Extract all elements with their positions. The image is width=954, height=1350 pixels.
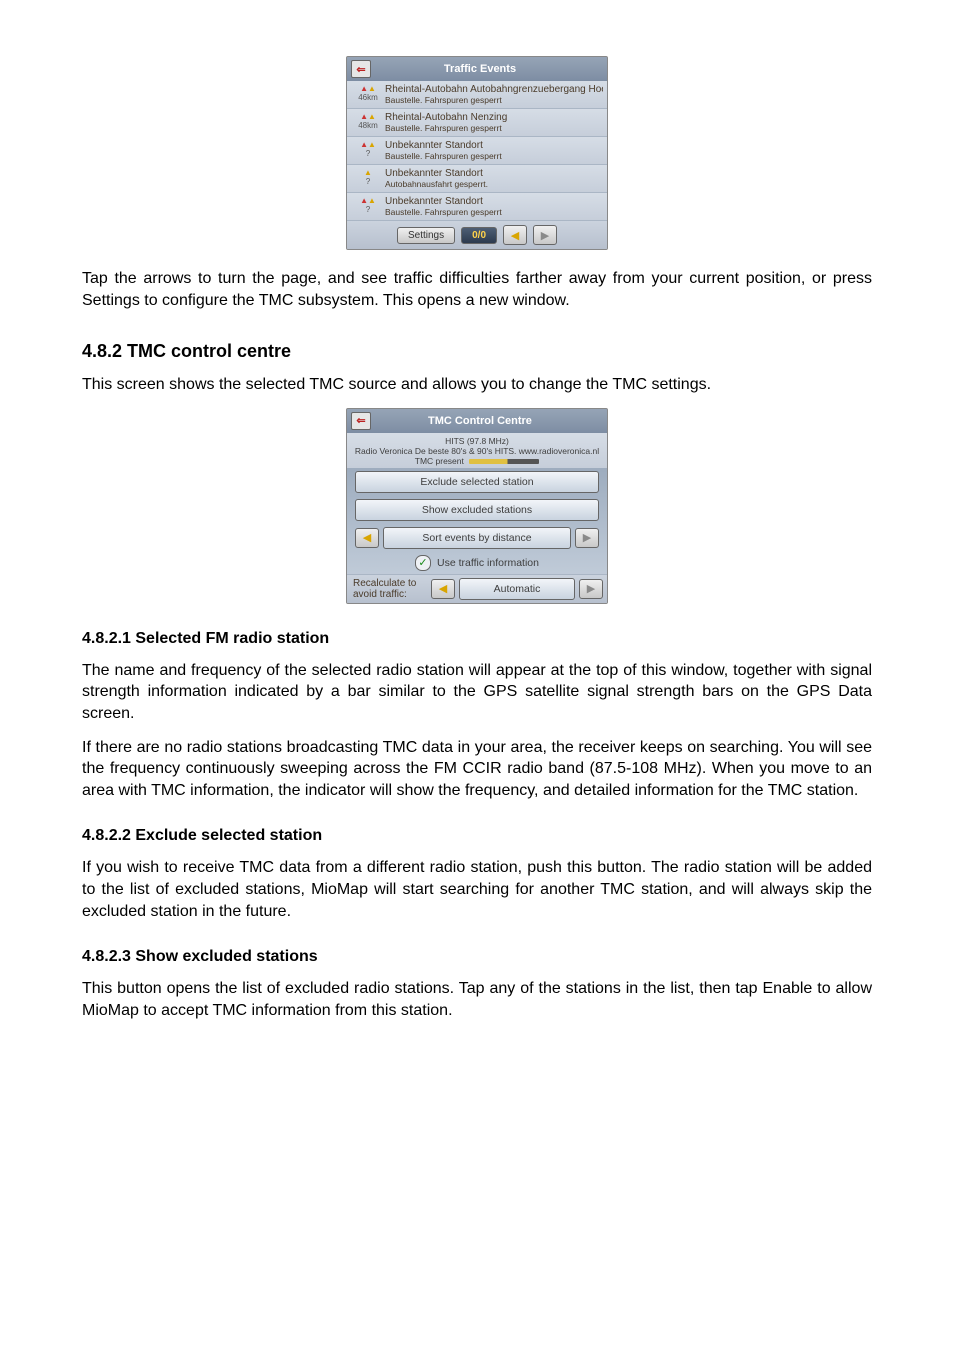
button-row: Exclude selected station: [347, 468, 607, 496]
event-distance: 48km: [358, 121, 378, 130]
recalc-value-button[interactable]: Automatic: [459, 578, 575, 600]
traffic-events-title: Traffic Events: [377, 63, 583, 75]
screenshot-tmc-control-wrap: ⇐ TMC Control Centre HITS (97.8 MHz) Rad…: [82, 408, 872, 604]
event-distance: ?: [366, 177, 370, 186]
triangle-warning-icon: ▲: [360, 85, 368, 93]
event-text: Rheintal-Autobahn Nenzing Baustelle. Fah…: [385, 112, 603, 133]
event-title: Rheintal-Autobahn Autobahngrenzuebergang…: [385, 84, 603, 95]
recalc-label: Recalculate to avoid traffic:: [351, 578, 431, 600]
event-text: Unbekannter Standort Baustelle. Fahrspur…: [385, 196, 603, 217]
button-row: Show excluded stations: [347, 496, 607, 524]
document-page: ⇐ Traffic Events ▲▲ 46km Rheintal-Autoba…: [0, 0, 954, 1093]
traffic-event-row[interactable]: ▲▲ 46km Rheintal-Autobahn Autobahngrenzu…: [347, 81, 607, 108]
prev-page-icon[interactable]: ◀: [503, 225, 527, 245]
heading-4-8-2: 4.8.2 TMC control centre: [82, 341, 872, 362]
station-desc: Radio Veronica De beste 80's & 90's HITS…: [351, 446, 603, 456]
station-info: HITS (97.8 MHz) Radio Veronica De beste …: [347, 433, 607, 468]
traffic-events-footer: Settings 0/0 ◀ ▶: [347, 220, 607, 249]
event-icons: ▲▲ 46km: [351, 84, 385, 102]
triangle-warning-icon: ▲: [360, 113, 368, 121]
back-icon[interactable]: ⇐: [351, 412, 371, 430]
event-distance: 46km: [358, 93, 378, 102]
tmc-titlebar: ⇐ TMC Control Centre: [347, 409, 607, 433]
event-icons: ▲ ?: [351, 168, 385, 186]
event-title: Unbekannter Standort: [385, 168, 603, 179]
traffic-event-row[interactable]: ▲▲ ? Unbekannter Standort Baustelle. Fah…: [347, 192, 607, 220]
triangle-warning-icon: ▲: [368, 113, 376, 121]
event-distance: ?: [366, 149, 370, 158]
tmc-present-row: TMC present: [351, 456, 603, 466]
event-title: Unbekannter Standort: [385, 196, 603, 207]
paragraph: If you wish to receive TMC data from a d…: [82, 857, 872, 922]
paragraph: The name and frequency of the selected r…: [82, 660, 872, 725]
signal-bar-icon: [469, 459, 539, 464]
triangle-warning-icon: ▲: [360, 141, 368, 149]
traffic-events-titlebar: ⇐ Traffic Events: [347, 57, 607, 81]
recalc-next-icon[interactable]: ▶: [579, 579, 603, 599]
sort-prev-icon[interactable]: ◀: [355, 528, 379, 548]
tmc-title: TMC Control Centre: [377, 415, 583, 427]
sort-events-row: ◀ Sort events by distance ▶: [347, 524, 607, 552]
paragraph: This screen shows the selected TMC sourc…: [82, 374, 872, 396]
settings-button[interactable]: Settings: [397, 227, 455, 244]
event-subtitle: Baustelle. Fahrspuren gesperrt: [385, 123, 603, 133]
event-subtitle: Baustelle. Fahrspuren gesperrt: [385, 207, 603, 217]
recalc-prev-icon[interactable]: ◀: [431, 579, 455, 599]
traffic-event-row[interactable]: ▲ ? Unbekannter Standort Autobahnausfahr…: [347, 164, 607, 192]
traffic-event-row[interactable]: ▲▲ ? Unbekannter Standort Baustelle. Fah…: [347, 136, 607, 164]
triangle-warning-icon: ▲: [368, 141, 376, 149]
use-traffic-row[interactable]: ✓ Use traffic information: [347, 552, 607, 574]
event-subtitle: Baustelle. Fahrspuren gesperrt: [385, 95, 603, 105]
event-subtitle: Baustelle. Fahrspuren gesperrt: [385, 151, 603, 161]
screenshot-traffic-events-wrap: ⇐ Traffic Events ▲▲ 46km Rheintal-Autoba…: [82, 56, 872, 250]
back-icon[interactable]: ⇐: [351, 60, 371, 78]
event-subtitle: Autobahnausfahrt gesperrt.: [385, 179, 603, 189]
triangle-warning-icon: ▲: [368, 85, 376, 93]
event-icons: ▲▲ 48km: [351, 112, 385, 130]
heading-4-8-2-2: 4.8.2.2 Exclude selected station: [82, 827, 872, 845]
heading-4-8-2-3: 4.8.2.3 Show excluded stations: [82, 948, 872, 966]
check-icon: ✓: [415, 555, 431, 571]
station-freq: HITS (97.8 MHz): [351, 436, 603, 446]
heading-4-8-2-1: 4.8.2.1 Selected FM radio station: [82, 630, 872, 648]
exclude-selected-button[interactable]: Exclude selected station: [355, 471, 599, 493]
screenshot-traffic-events: ⇐ Traffic Events ▲▲ 46km Rheintal-Autoba…: [346, 56, 608, 250]
triangle-warning-icon: ▲: [364, 169, 372, 177]
event-text: Unbekannter Standort Autobahnausfahrt ge…: [385, 168, 603, 189]
event-distance: ?: [366, 205, 370, 214]
event-title: Rheintal-Autobahn Nenzing: [385, 112, 603, 123]
triangle-warning-icon: ▲: [368, 197, 376, 205]
sort-events-button[interactable]: Sort events by distance: [383, 527, 571, 549]
recalculate-row: Recalculate to avoid traffic: ◀ Automati…: [347, 574, 607, 603]
event-text: Rheintal-Autobahn Autobahngrenzuebergang…: [385, 84, 603, 105]
sort-next-icon[interactable]: ▶: [575, 528, 599, 548]
traffic-event-row[interactable]: ▲▲ 48km Rheintal-Autobahn Nenzing Bauste…: [347, 108, 607, 136]
event-text: Unbekannter Standort Baustelle. Fahrspur…: [385, 140, 603, 161]
screenshot-tmc-control: ⇐ TMC Control Centre HITS (97.8 MHz) Rad…: [346, 408, 608, 604]
triangle-warning-icon: ▲: [360, 197, 368, 205]
show-excluded-button[interactable]: Show excluded stations: [355, 499, 599, 521]
event-icons: ▲▲ ?: [351, 140, 385, 158]
paragraph: Tap the arrows to turn the page, and see…: [82, 268, 872, 311]
paragraph: If there are no radio stations broadcast…: [82, 737, 872, 802]
page-counter: 0/0: [461, 227, 497, 244]
event-title: Unbekannter Standort: [385, 140, 603, 151]
use-traffic-label: Use traffic information: [437, 557, 539, 569]
paragraph: This button opens the list of excluded r…: [82, 978, 872, 1021]
tmc-present-label: TMC present: [415, 456, 464, 466]
event-icons: ▲▲ ?: [351, 196, 385, 214]
next-page-icon[interactable]: ▶: [533, 225, 557, 245]
